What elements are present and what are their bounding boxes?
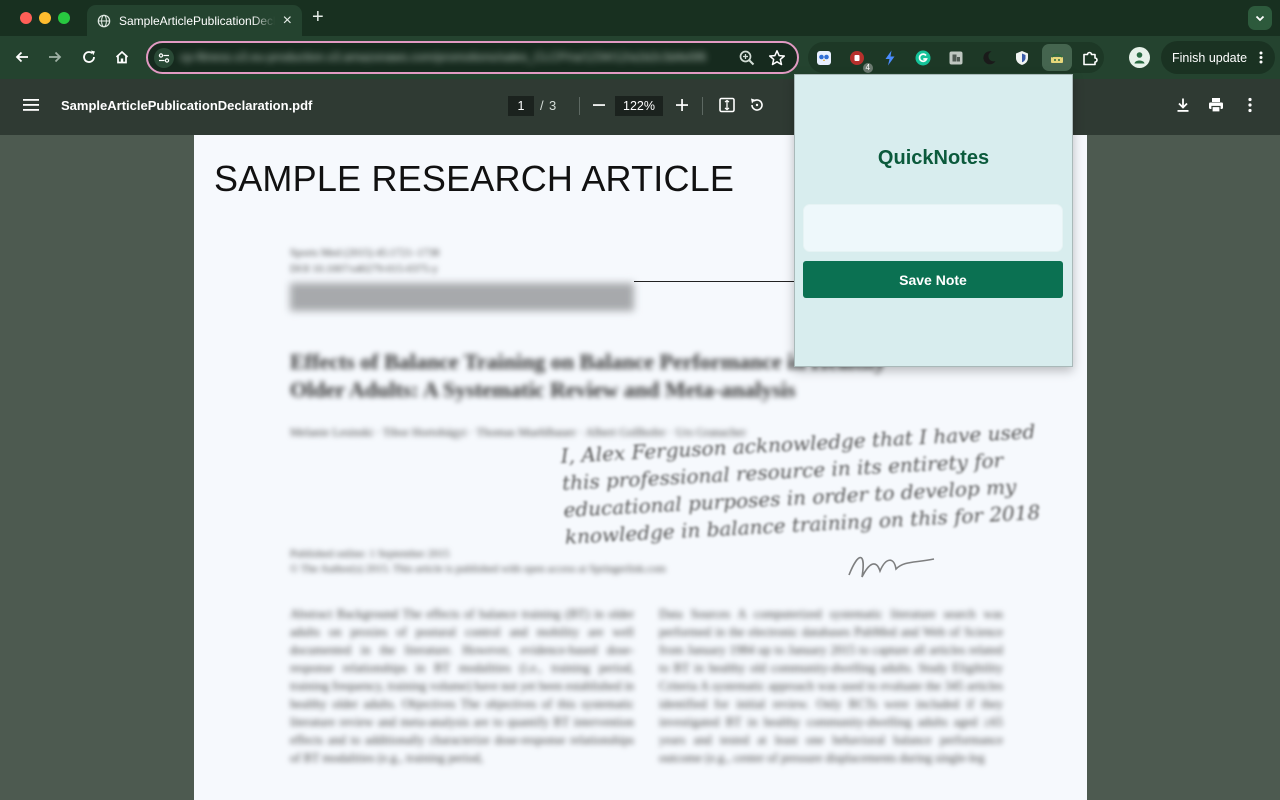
pdf-toolbar: SampleArticlePublicationDeclaration.pdf … xyxy=(0,79,1280,135)
browser-tab[interactable]: SampleArticlePublicationDeclaration × xyxy=(87,5,302,36)
extension-quicknotes-button[interactable] xyxy=(1042,44,1072,71)
avatar-icon xyxy=(1134,52,1145,64)
toolbar-divider xyxy=(579,97,580,115)
abstract-left-column: Abstract Background The effects of balan… xyxy=(290,607,634,765)
grammarly-icon xyxy=(915,50,930,65)
url-text[interactable]: cp-fitness.s3.eu-production.s3.amazonaws… xyxy=(180,50,735,66)
redacted-banner xyxy=(290,283,634,311)
window-close-button[interactable] xyxy=(20,12,32,24)
zoom-level-input[interactable]: 122% xyxy=(615,96,663,116)
copyright-line: © The Author(s) 2015. This article is pu… xyxy=(290,563,666,575)
window-zoom-button[interactable] xyxy=(58,12,70,24)
moon-icon xyxy=(982,50,995,64)
reload-button[interactable] xyxy=(79,47,99,67)
reload-icon xyxy=(83,50,95,63)
extension-square-button[interactable] xyxy=(945,47,966,68)
pdf-viewport[interactable]: SAMPLE RESEARCH ARTICLE Sports Med (2015… xyxy=(0,135,1280,800)
profile-avatar[interactable] xyxy=(1129,47,1150,68)
note-input[interactable] xyxy=(803,204,1063,252)
page-separator: / xyxy=(540,98,544,113)
shield-icon xyxy=(1015,50,1028,65)
puzzle-icon xyxy=(1082,51,1098,65)
toolbar-divider xyxy=(702,97,703,115)
popup-title: QuickNotes xyxy=(877,147,990,169)
extension-badge-count: 4 xyxy=(862,63,873,73)
tab-title: SampleArticlePublicationDeclaration xyxy=(118,13,275,28)
journal-doi: DOI 10.1007/s40279-015-0375-y xyxy=(290,263,438,275)
extension-shield-button[interactable]: 4 xyxy=(846,47,873,73)
extensions-menu-button[interactable] xyxy=(1079,47,1100,68)
more-options-icon[interactable] xyxy=(1242,96,1258,114)
extension-bolt-button[interactable] xyxy=(879,47,900,68)
extension-grammarly-button[interactable] xyxy=(912,47,933,68)
new-tab-icon[interactable]: + xyxy=(312,7,324,27)
browser-toolbar: cp-fitness.s3.eu-production.s3.amazonaws… xyxy=(0,36,1280,79)
arrow-right-icon xyxy=(49,51,62,63)
hamburger-menu-icon[interactable] xyxy=(22,97,40,113)
owl-icon xyxy=(816,50,831,65)
zoom-out-icon[interactable] xyxy=(591,97,607,113)
journal-citation: Sports Med (2015) 45:1721–1738 xyxy=(290,247,440,259)
finish-update-button[interactable]: Finish update xyxy=(1161,41,1275,74)
adblock-icon xyxy=(849,50,864,65)
publication-info: Published online: 1 September 2015 © The… xyxy=(290,547,666,577)
total-pages: 3 xyxy=(549,98,557,113)
quicknotes-icon xyxy=(1051,53,1063,63)
rotate-icon[interactable] xyxy=(748,96,766,114)
window-minimize-button[interactable] xyxy=(39,12,51,24)
save-note-button[interactable]: Save Note xyxy=(803,261,1063,298)
bolt-icon xyxy=(885,50,894,65)
signature-icon xyxy=(848,556,935,578)
quicknotes-popup: QuickNotes Save Note xyxy=(794,74,1073,367)
tab-close-icon[interactable]: × xyxy=(283,12,292,28)
chevron-down-icon xyxy=(1255,15,1265,22)
journal-meta: Sports Med (2015) 45:1721–1738 DOI 10.10… xyxy=(290,245,439,277)
document-heading: SAMPLE RESEARCH ARTICLE xyxy=(214,158,735,199)
extensions-area: 4 xyxy=(808,42,1104,73)
page-number-input[interactable]: 1 xyxy=(508,96,534,116)
tune-icon xyxy=(158,53,170,63)
bookmark-star-icon[interactable] xyxy=(768,49,786,67)
extension-owl-button[interactable] xyxy=(813,47,834,68)
globe-icon xyxy=(97,14,111,27)
published-date: Published online: 1 September 2015 xyxy=(290,548,450,560)
address-bar[interactable]: cp-fitness.s3.eu-production.s3.amazonaws… xyxy=(146,41,799,74)
finish-update-label: Finish update xyxy=(1172,50,1248,65)
tab-strip: SampleArticlePublicationDeclaration × + xyxy=(0,0,1280,36)
site-info-button[interactable] xyxy=(154,48,174,68)
abstract-right-column: Data Sources A computerized systematic l… xyxy=(659,607,1003,765)
arrow-left-icon xyxy=(15,51,28,63)
zoom-magnifier-icon[interactable] xyxy=(738,49,756,67)
zoom-in-icon[interactable] xyxy=(674,97,690,113)
horizontal-rule xyxy=(634,281,804,282)
square-app-icon xyxy=(949,51,962,64)
pdf-filename: SampleArticlePublicationDeclaration.pdf xyxy=(61,98,313,113)
extension-privacy-button[interactable] xyxy=(1011,47,1032,68)
home-button[interactable] xyxy=(112,47,132,67)
extension-moon-button[interactable] xyxy=(978,47,999,68)
download-icon[interactable] xyxy=(1174,96,1192,114)
home-icon xyxy=(115,50,129,64)
kebab-menu-icon xyxy=(1259,51,1263,64)
fit-to-page-icon[interactable] xyxy=(718,96,736,114)
back-button[interactable] xyxy=(12,47,32,67)
print-icon[interactable] xyxy=(1207,96,1225,114)
tab-search-button[interactable] xyxy=(1248,6,1272,30)
forward-button[interactable] xyxy=(45,47,65,67)
